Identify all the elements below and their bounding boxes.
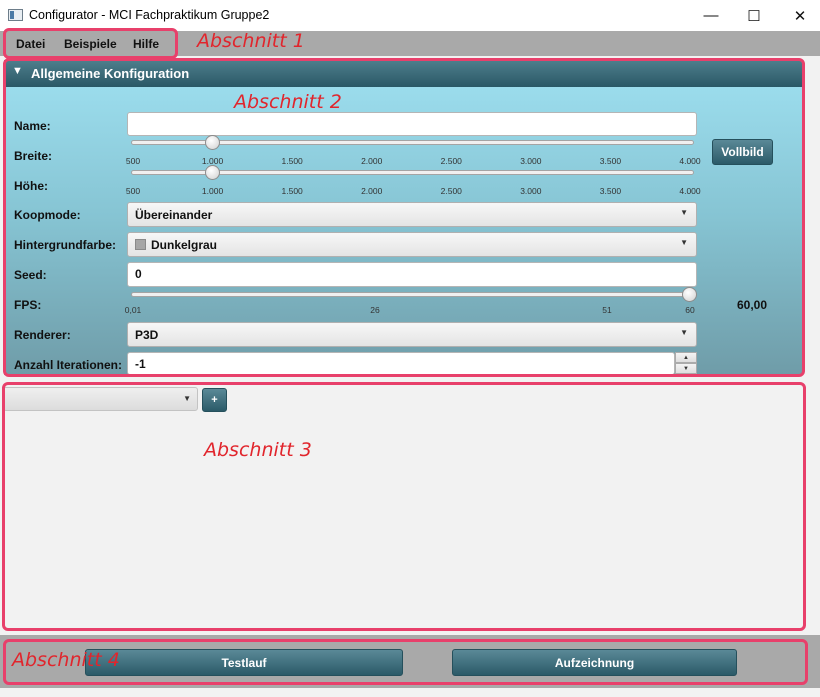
annotation-box-3 (2, 382, 806, 631)
annotation-box-4 (3, 639, 808, 685)
app-icon (8, 9, 23, 21)
minimize-button[interactable]: — (688, 0, 734, 31)
annotation-label-2: Abschnitt 2 (234, 91, 342, 113)
maximize-button[interactable]: ☐ (731, 0, 777, 31)
annotation-label-1: Abschnitt 1 (197, 30, 305, 52)
annotation-label-3: Abschnitt 3 (204, 439, 312, 461)
annotation-box-1 (3, 28, 178, 59)
annotation-box-2 (3, 58, 805, 377)
annotation-label-4: Abschnitt 4 (12, 649, 120, 671)
close-button[interactable]: ✕ (777, 0, 820, 31)
window-title: Configurator - MCI Fachpraktikum Gruppe2 (29, 8, 270, 22)
